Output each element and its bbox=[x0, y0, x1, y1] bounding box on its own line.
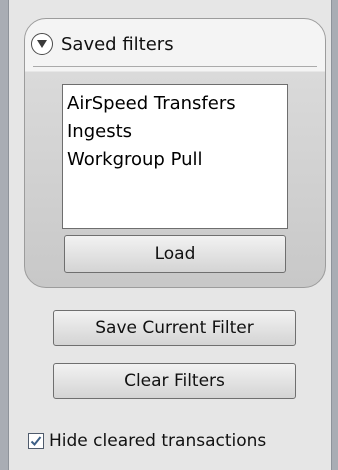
list-item[interactable]: Workgroup Pull bbox=[67, 146, 283, 174]
list-item[interactable]: Ingests bbox=[67, 118, 283, 146]
list-item[interactable]: AirSpeed Transfers bbox=[67, 90, 283, 118]
left-rail bbox=[0, 0, 9, 470]
clear-filters-button[interactable]: Clear Filters bbox=[53, 363, 296, 399]
hide-cleared-option[interactable]: Hide cleared transactions bbox=[28, 430, 266, 452]
load-button[interactable]: Load bbox=[64, 235, 286, 273]
saved-filters-header[interactable]: Saved filters bbox=[31, 29, 174, 59]
save-current-filter-button[interactable]: Save Current Filter bbox=[53, 310, 296, 346]
saved-filters-panel: Saved filters AirSpeed Transfers Ingests… bbox=[24, 18, 326, 288]
saved-filters-list[interactable]: AirSpeed Transfers Ingests Workgroup Pul… bbox=[62, 84, 288, 229]
header-divider bbox=[33, 66, 317, 67]
panel-title: Saved filters bbox=[61, 33, 174, 55]
hide-cleared-label: Hide cleared transactions bbox=[49, 431, 267, 451]
hide-cleared-checkbox[interactable] bbox=[28, 433, 44, 449]
right-rail bbox=[331, 0, 338, 470]
check-icon bbox=[30, 436, 42, 446]
chevron-down-icon[interactable] bbox=[31, 33, 53, 55]
